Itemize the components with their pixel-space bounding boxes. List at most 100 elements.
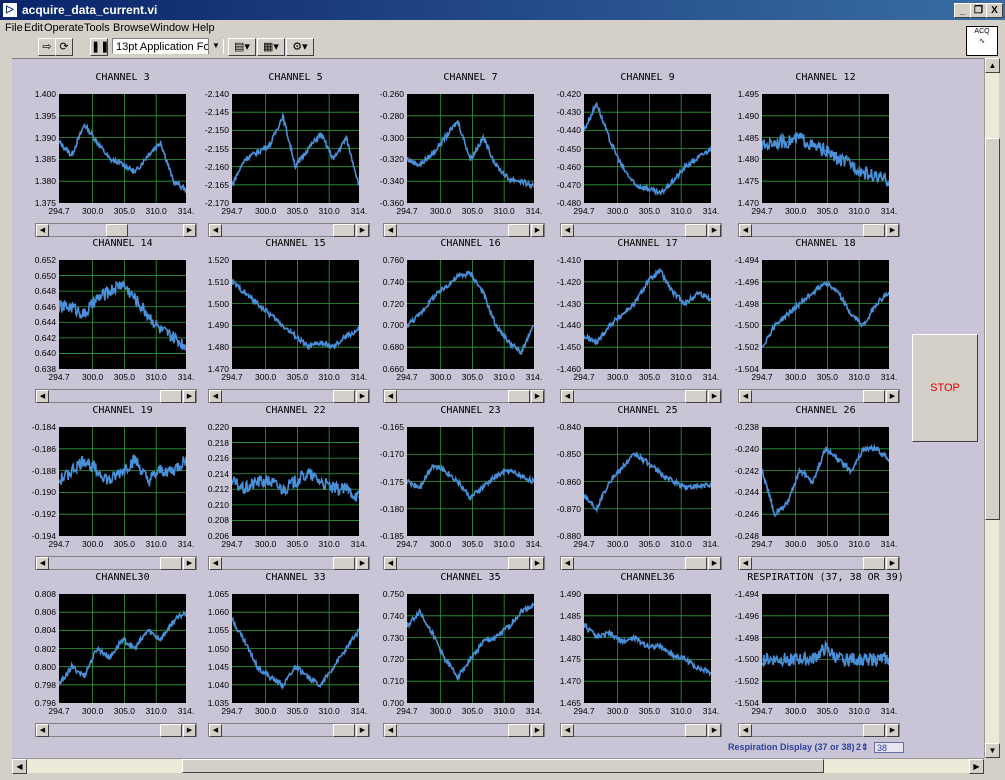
- scroll-right-icon[interactable]: ▶: [356, 390, 369, 403]
- scroll-left-icon[interactable]: ◀: [561, 557, 574, 570]
- scroll-right-icon[interactable]: ▶: [886, 390, 899, 403]
- pause-icon[interactable]: ❚❚: [90, 38, 109, 56]
- scroll-thumb[interactable]: [685, 224, 707, 237]
- scroll-right-icon[interactable]: ▶: [183, 557, 196, 570]
- scroll-right-icon[interactable]: ▶: [886, 557, 899, 570]
- chart-scrollbar[interactable]: ◀ ▶: [35, 723, 197, 737]
- scroll-left-icon[interactable]: ◀: [209, 224, 222, 237]
- scroll-thumb[interactable]: [508, 390, 530, 403]
- chart-scrollbar[interactable]: ◀ ▶: [208, 556, 370, 570]
- scroll-right-icon[interactable]: ▶: [531, 224, 544, 237]
- scroll-right-icon[interactable]: ▶: [356, 224, 369, 237]
- scroll-left-icon[interactable]: ◀: [209, 557, 222, 570]
- scroll-thumb[interactable]: [863, 224, 885, 237]
- scroll-thumb[interactable]: [106, 224, 128, 237]
- scroll-left-icon[interactable]: ◀: [739, 724, 752, 737]
- scroll-right-icon[interactable]: ▶: [531, 390, 544, 403]
- chart-scrollbar[interactable]: ◀ ▶: [35, 223, 197, 237]
- scroll-right-icon[interactable]: ▶: [183, 724, 196, 737]
- vertical-scroll-thumb[interactable]: [985, 138, 1000, 520]
- scroll-up-icon[interactable]: ▲: [985, 58, 1000, 73]
- distribute-icon[interactable]: ▦▾: [257, 38, 285, 56]
- scroll-left-icon[interactable]: ◀: [384, 557, 397, 570]
- scroll-left-icon[interactable]: ◀: [36, 390, 49, 403]
- scroll-thumb[interactable]: [685, 724, 707, 737]
- chart-scrollbar[interactable]: ◀ ▶: [383, 389, 545, 403]
- chart-scrollbar[interactable]: ◀ ▶: [738, 389, 900, 403]
- minimize-button[interactable]: _: [954, 3, 971, 18]
- scroll-left-icon[interactable]: ◀: [384, 390, 397, 403]
- scroll-thumb[interactable]: [160, 724, 182, 737]
- menu-window[interactable]: Window: [150, 22, 189, 34]
- scroll-left-icon[interactable]: ◀: [561, 390, 574, 403]
- scroll-left-icon[interactable]: ◀: [12, 759, 27, 774]
- scroll-left-icon[interactable]: ◀: [739, 390, 752, 403]
- menu-browse[interactable]: Browse: [113, 22, 150, 34]
- scroll-thumb[interactable]: [863, 724, 885, 737]
- chart-scrollbar[interactable]: ◀ ▶: [383, 556, 545, 570]
- scroll-left-icon[interactable]: ◀: [384, 224, 397, 237]
- scroll-thumb[interactable]: [160, 557, 182, 570]
- scroll-left-icon[interactable]: ◀: [561, 224, 574, 237]
- scroll-thumb[interactable]: [333, 724, 355, 737]
- scroll-left-icon[interactable]: ◀: [561, 724, 574, 737]
- chart-scrollbar[interactable]: ◀ ▶: [208, 723, 370, 737]
- menu-operate[interactable]: Operate: [44, 22, 84, 34]
- scroll-left-icon[interactable]: ◀: [739, 557, 752, 570]
- stepper-arrows-icon[interactable]: ⇕: [861, 742, 869, 752]
- scroll-right-icon[interactable]: ▶: [708, 390, 721, 403]
- respiration-stepper[interactable]: 2⇕: [856, 742, 869, 753]
- scroll-right-icon[interactable]: ▶: [708, 724, 721, 737]
- scroll-left-icon[interactable]: ◀: [36, 557, 49, 570]
- scroll-right-icon[interactable]: ▶: [356, 724, 369, 737]
- scroll-left-icon[interactable]: ◀: [209, 390, 222, 403]
- chart-scrollbar[interactable]: ◀ ▶: [560, 389, 722, 403]
- horizontal-scroll-thumb[interactable]: [182, 759, 824, 773]
- scroll-right-icon[interactable]: ▶: [886, 724, 899, 737]
- chart-scrollbar[interactable]: ◀ ▶: [35, 556, 197, 570]
- stop-button[interactable]: STOP: [912, 334, 978, 442]
- align-icon[interactable]: ▤▾: [228, 38, 256, 56]
- scroll-thumb[interactable]: [333, 557, 355, 570]
- chart-scrollbar[interactable]: ◀ ▶: [383, 223, 545, 237]
- restore-button[interactable]: ❐: [970, 3, 987, 18]
- chart-scrollbar[interactable]: ◀ ▶: [208, 223, 370, 237]
- chevron-down-icon[interactable]: ▼: [208, 38, 223, 54]
- scroll-thumb[interactable]: [863, 557, 885, 570]
- scroll-thumb[interactable]: [685, 557, 707, 570]
- scroll-right-icon[interactable]: ▶: [886, 224, 899, 237]
- close-button[interactable]: X: [986, 3, 1003, 18]
- chart-scrollbar[interactable]: ◀ ▶: [560, 556, 722, 570]
- chart-scrollbar[interactable]: ◀ ▶: [738, 223, 900, 237]
- menu-file[interactable]: File: [5, 22, 23, 34]
- scroll-left-icon[interactable]: ◀: [384, 724, 397, 737]
- chart-scrollbar[interactable]: ◀ ▶: [738, 556, 900, 570]
- chart-scrollbar[interactable]: ◀ ▶: [738, 723, 900, 737]
- horizontal-scrollbar[interactable]: ◀ ▶: [12, 758, 984, 774]
- chart-scrollbar[interactable]: ◀ ▶: [35, 389, 197, 403]
- scroll-right-icon[interactable]: ▶: [183, 390, 196, 403]
- font-select[interactable]: 13pt Application Font ▼: [112, 38, 224, 54]
- scroll-thumb[interactable]: [333, 390, 355, 403]
- scroll-right-icon[interactable]: ▶: [183, 224, 196, 237]
- scroll-right-icon[interactable]: ▶: [708, 224, 721, 237]
- scroll-thumb[interactable]: [508, 724, 530, 737]
- chart-scrollbar[interactable]: ◀ ▶: [208, 389, 370, 403]
- scroll-right-icon[interactable]: ▶: [531, 724, 544, 737]
- scroll-right-icon[interactable]: ▶: [356, 557, 369, 570]
- scroll-thumb[interactable]: [333, 224, 355, 237]
- run-arrow-icon[interactable]: ⇨: [38, 38, 56, 56]
- menu-help[interactable]: Help: [192, 22, 215, 34]
- chart-scrollbar[interactable]: ◀ ▶: [383, 723, 545, 737]
- scroll-thumb[interactable]: [160, 390, 182, 403]
- scroll-right-icon[interactable]: ▶: [531, 557, 544, 570]
- scroll-thumb[interactable]: [685, 390, 707, 403]
- scroll-thumb[interactable]: [508, 224, 530, 237]
- scroll-left-icon[interactable]: ◀: [209, 724, 222, 737]
- scroll-thumb[interactable]: [508, 557, 530, 570]
- reorder-icon[interactable]: ⚙▾: [286, 38, 314, 56]
- chart-scrollbar[interactable]: ◀ ▶: [560, 723, 722, 737]
- scroll-right-icon[interactable]: ▶: [969, 759, 984, 774]
- menu-tools[interactable]: Tools: [84, 22, 110, 34]
- respiration-input[interactable]: 38: [874, 742, 904, 753]
